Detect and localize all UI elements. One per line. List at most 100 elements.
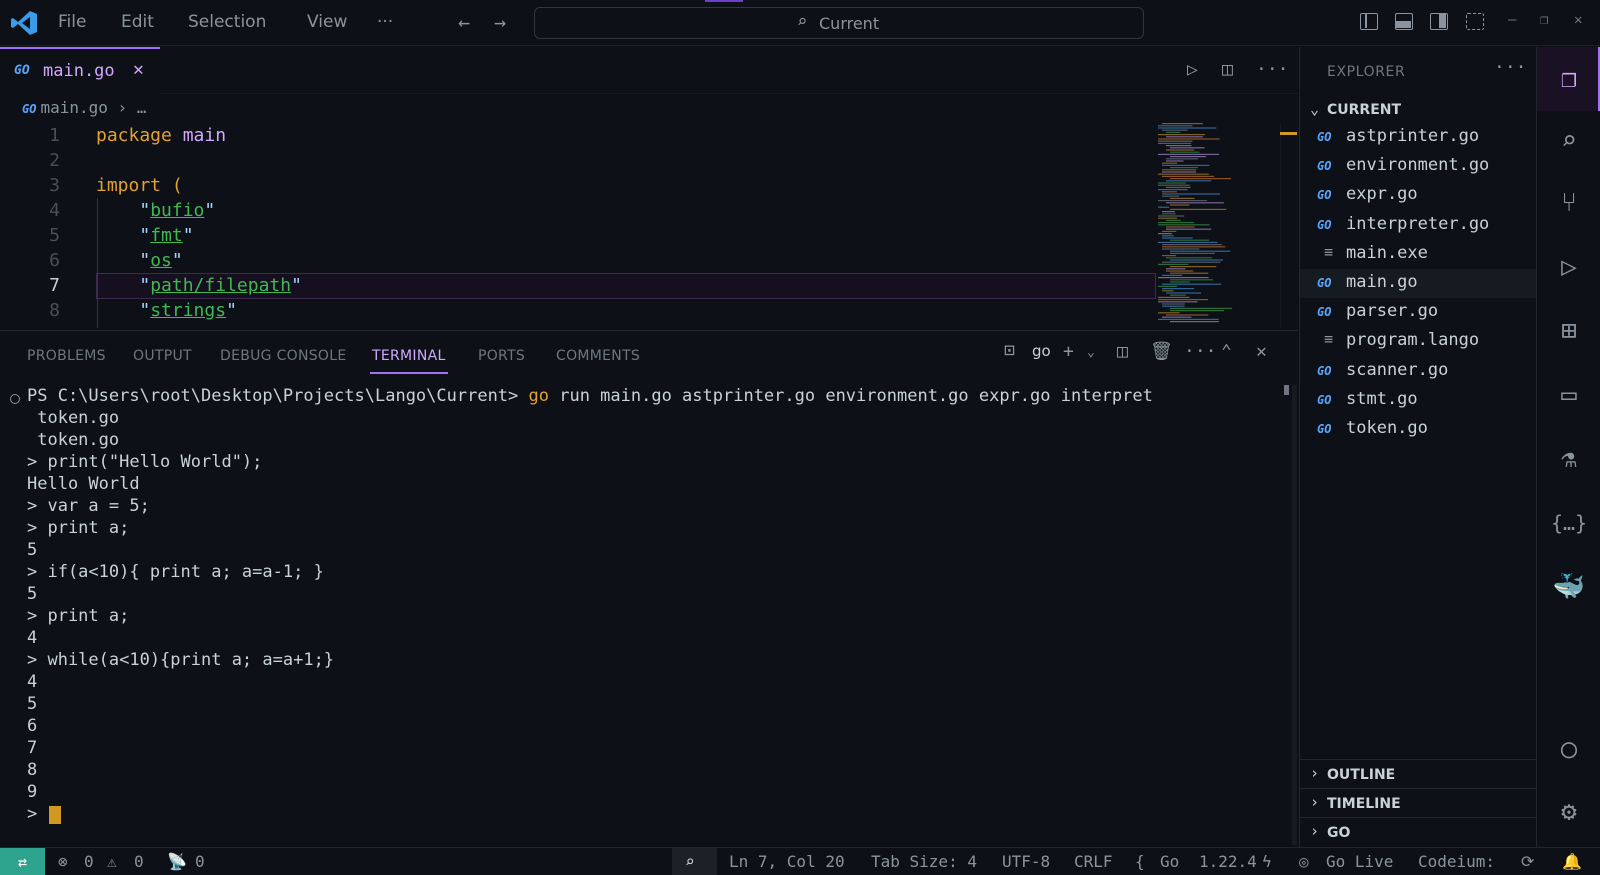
vscode-logo-icon[interactable] bbox=[10, 10, 38, 36]
customize-layout-icon[interactable] bbox=[1466, 13, 1484, 30]
encoding[interactable]: UTF-8 bbox=[1002, 852, 1050, 871]
tab-ports[interactable]: PORTS bbox=[478, 348, 525, 364]
extensions-icon[interactable]: ⊞ bbox=[1537, 301, 1600, 361]
go-live-button[interactable]: Go Live bbox=[1326, 852, 1393, 871]
menu-edit[interactable]: Edit bbox=[121, 12, 154, 32]
close-window-button[interactable]: ✕ bbox=[1574, 12, 1582, 28]
terminal-scroll-thumb[interactable] bbox=[1284, 385, 1289, 395]
language-mode[interactable]: Go bbox=[1160, 852, 1179, 871]
settings-gear-icon[interactable]: ⚙ bbox=[1537, 782, 1600, 842]
tab-main-go[interactable]: GO main.go ✕ bbox=[0, 47, 160, 94]
code-line[interactable]: 6 "os" bbox=[0, 248, 1155, 273]
code-editor[interactable]: 1 package main 2 3 import (4 "bufio" 5 "fmt" 6… bbox=[0, 123, 1160, 328]
tab-terminal[interactable]: TERMINAL bbox=[372, 348, 446, 364]
new-terminal-plus-icon[interactable]: + bbox=[1063, 341, 1074, 362]
file-item[interactable]: GO environment.go bbox=[1300, 152, 1536, 181]
command-center-search[interactable]: ⌕ Current bbox=[534, 7, 1144, 39]
bottom-panel: PROBLEMS OUTPUT DEBUG CONSOLE TERMINAL P… bbox=[0, 330, 1298, 847]
run-icon[interactable]: ▷ bbox=[1187, 59, 1198, 80]
code-line[interactable]: 3 import ( bbox=[0, 173, 1155, 198]
minimap[interactable] bbox=[1158, 123, 1278, 328]
zoom-indicator[interactable]: ⌕ bbox=[672, 848, 717, 875]
code-line[interactable]: 8 "strings" bbox=[0, 298, 1155, 323]
tab-problems[interactable]: PROBLEMS bbox=[27, 348, 106, 364]
error-icon[interactable]: ⊗ bbox=[58, 852, 68, 871]
toggle-secondary-sidebar-icon[interactable] bbox=[1430, 13, 1448, 30]
tab-output[interactable]: OUTPUT bbox=[133, 348, 192, 364]
file-item[interactable]: GO main.go bbox=[1300, 269, 1536, 298]
explorer-title: EXPLORER bbox=[1327, 64, 1406, 80]
file-item[interactable]: GO interpreter.go bbox=[1300, 211, 1536, 240]
search-icon[interactable]: ⌕ bbox=[1537, 111, 1600, 171]
account-icon[interactable]: ◯ bbox=[1537, 719, 1600, 779]
close-icon[interactable]: ✕ bbox=[133, 59, 144, 80]
go-version[interactable]: 1.22.4 bbox=[1199, 852, 1257, 871]
minimize-button[interactable]: – bbox=[1508, 12, 1516, 28]
terminal-output[interactable]: PS C:\Users\root\Desktop\Projects\Lango\… bbox=[27, 385, 1267, 840]
tab-comments[interactable]: COMMENTS bbox=[556, 348, 640, 364]
file-item[interactable]: GO scanner.go bbox=[1300, 357, 1536, 386]
file-item[interactable]: GO parser.go bbox=[1300, 298, 1536, 327]
breadcrumb-rest[interactable]: … bbox=[137, 98, 147, 117]
maximize-button[interactable]: ❐ bbox=[1540, 12, 1548, 28]
menu-more[interactable]: ··· bbox=[377, 12, 393, 32]
section-outline[interactable]: › OUTLINE bbox=[1300, 759, 1536, 788]
testing-icon[interactable]: ⚗ bbox=[1537, 429, 1600, 489]
file-item[interactable]: GO astprinter.go bbox=[1300, 123, 1536, 152]
source-control-icon[interactable]: ⑂ bbox=[1537, 173, 1600, 233]
file-item[interactable]: GO expr.go bbox=[1300, 181, 1536, 210]
menu-view[interactable]: View bbox=[307, 12, 347, 32]
code-line[interactable]: 2 bbox=[0, 148, 1155, 173]
terminal-scrollbar[interactable] bbox=[1292, 385, 1297, 845]
terminal-instance-label[interactable]: go bbox=[1032, 342, 1051, 360]
section-go[interactable]: › GO bbox=[1300, 817, 1536, 846]
toggle-panel-icon[interactable] bbox=[1395, 13, 1413, 30]
minimap-line bbox=[1162, 129, 1188, 131]
remote-explorer-icon[interactable]: ▭ bbox=[1537, 365, 1600, 425]
code-line[interactable]: 1 package main bbox=[0, 123, 1155, 148]
bell-icon[interactable]: 🔔 bbox=[1562, 852, 1582, 871]
code-line[interactable]: 4 "bufio" bbox=[0, 198, 1155, 223]
menu-file[interactable]: File bbox=[58, 12, 86, 32]
sync-icon[interactable]: ⟳ bbox=[1521, 852, 1534, 871]
docker-icon[interactable]: 🐳 bbox=[1537, 557, 1600, 617]
json-icon[interactable]: {…} bbox=[1537, 493, 1600, 553]
run-debug-icon[interactable]: ▷ bbox=[1537, 237, 1600, 297]
broadcast-icon[interactable]: 📡 bbox=[167, 852, 187, 871]
split-terminal-icon[interactable]: ◫ bbox=[1117, 341, 1128, 362]
cursor-position[interactable]: Ln 7, Col 20 bbox=[729, 852, 845, 871]
arrow-right-icon[interactable]: → bbox=[494, 10, 506, 34]
tab-debug-console[interactable]: DEBUG CONSOLE bbox=[220, 348, 347, 364]
error-count[interactable]: 0 bbox=[84, 852, 94, 871]
section-timeline[interactable]: › TIMELINE bbox=[1300, 788, 1536, 817]
warning-icon[interactable]: ⚠ bbox=[107, 852, 117, 871]
maximize-panel-icon[interactable]: ⌃ bbox=[1221, 341, 1232, 362]
file-item[interactable]: ≡ program.lango bbox=[1300, 327, 1536, 356]
code-line[interactable]: 5 "fmt" bbox=[0, 223, 1155, 248]
arrow-left-icon[interactable]: ← bbox=[458, 10, 470, 34]
menu-selection[interactable]: Selection bbox=[188, 12, 266, 32]
code-line[interactable]: 7 "path/filepath" bbox=[0, 273, 1155, 298]
line-ending[interactable]: CRLF bbox=[1074, 852, 1113, 871]
close-panel-icon[interactable]: ✕ bbox=[1256, 341, 1267, 362]
more-actions-icon[interactable]: ··· bbox=[1494, 57, 1527, 78]
editor-scrollbar[interactable] bbox=[1280, 123, 1281, 328]
split-editor-icon[interactable]: ◫ bbox=[1222, 59, 1233, 80]
chevron-right-icon: › bbox=[1310, 793, 1320, 811]
codeium-status[interactable]: Codeium: bbox=[1418, 852, 1495, 871]
tab-size[interactable]: Tab Size: 4 bbox=[871, 852, 977, 871]
ports-count[interactable]: 0 bbox=[195, 852, 205, 871]
breadcrumb-file[interactable]: main.go bbox=[40, 98, 107, 117]
more-actions-icon[interactable]: ··· bbox=[1184, 341, 1217, 362]
file-item[interactable]: ≡ main.exe bbox=[1300, 240, 1536, 269]
files-icon[interactable]: ❐ bbox=[1537, 47, 1600, 111]
file-item[interactable]: GO token.go bbox=[1300, 415, 1536, 444]
chevron-down-icon[interactable]: ⌄ bbox=[1087, 345, 1095, 360]
warning-count[interactable]: 0 bbox=[134, 852, 144, 871]
more-actions-icon[interactable]: ··· bbox=[1256, 59, 1289, 80]
toggle-sidebar-icon[interactable] bbox=[1360, 13, 1378, 30]
trash-icon[interactable]: 🗑 bbox=[1150, 341, 1173, 362]
file-item[interactable]: GO stmt.go bbox=[1300, 386, 1536, 415]
remote-indicator-icon[interactable]: ⇄ bbox=[0, 848, 45, 875]
folder-current[interactable]: ⌄ CURRENT bbox=[1300, 99, 1536, 125]
